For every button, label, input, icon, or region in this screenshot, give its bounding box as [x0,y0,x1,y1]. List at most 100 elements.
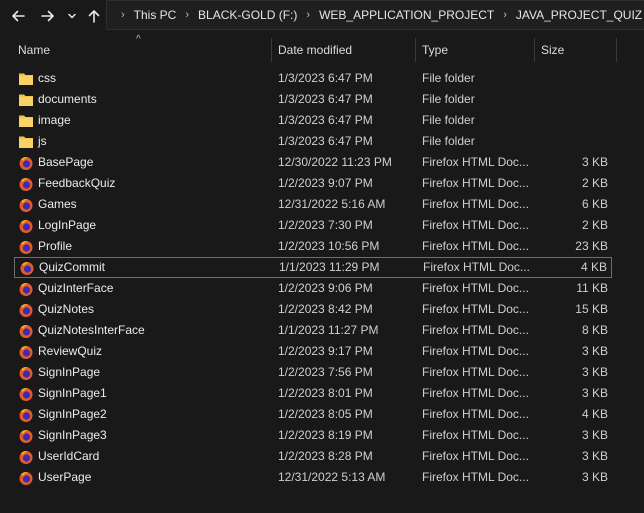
file-row[interactable]: QuizNotesInterFace 1/1/2023 11:27 PM Firef… [14,320,612,341]
file-row[interactable]: ReviewQuiz 1/2/2023 9:17 PM Firefox HTML D… [14,341,612,362]
file-row[interactable]: SignInPage2 1/2/2023 8:05 PM Firefox HTML … [14,404,612,425]
file-date-modified: 1/3/2023 6:47 PM [278,71,373,85]
file-date-modified: 1/2/2023 8:05 PM [278,407,373,421]
file-size: 3 KB [581,449,608,463]
firefox-html-icon [18,239,34,255]
file-row[interactable]: image 1/3/2023 6:47 PM File folder [14,110,612,131]
column-name[interactable]: Name [18,38,268,62]
file-type: Firefox HTML Doc... [422,386,529,400]
up-button[interactable] [84,6,104,26]
file-type: Firefox HTML Doc... [422,407,529,421]
column-type[interactable]: Type [422,38,532,62]
column-size[interactable]: Size [541,38,621,62]
file-type: File folder [422,71,475,85]
file-type: Firefox HTML Doc... [422,197,529,211]
breadcrumb-project[interactable]: WEB_APPLICATION_PROJECT [316,8,497,22]
file-row[interactable]: SignInPage1 1/2/2023 8:01 PM Firefox HTML … [14,383,612,404]
column-divider[interactable] [415,38,416,62]
file-row[interactable]: css 1/3/2023 6:47 PM File folder [14,68,612,89]
file-row[interactable]: SignInPage 1/2/2023 7:56 PM Firefox HTML D… [14,362,612,383]
file-row[interactable]: js 1/3/2023 6:47 PM File folder [14,131,612,152]
file-row[interactable]: Profile 1/2/2023 10:56 PM Firefox HTML Doc… [14,236,612,257]
file-row[interactable]: QuizNotes 1/2/2023 8:42 PM Firefox HTML Do… [14,299,612,320]
file-size: 2 KB [581,176,608,190]
file-name: QuizNotes [38,302,95,316]
file-date-modified: 1/2/2023 8:28 PM [278,449,373,463]
file-row[interactable]: QuizInterFace 1/2/2023 9:06 PM Firefox HTM… [14,278,612,299]
file-date-modified: 1/2/2023 10:56 PM [278,239,380,253]
breadcrumb-current-folder[interactable]: JAVA_PROJECT_QUIZ [513,8,644,22]
file-type: Firefox HTML Doc... [422,239,529,253]
file-row[interactable]: UserPage 12/31/2022 5:13 AM Firefox HTML D… [14,467,612,488]
file-type: Firefox HTML Doc... [422,344,529,358]
back-button[interactable] [8,6,28,26]
file-name: UserIdCard [38,449,100,463]
file-row[interactable]: Games 12/31/2022 5:16 AM Firefox HTML Doc.… [14,194,612,215]
file-name: SignInPage2 [38,407,107,421]
file-size: 23 KB [575,239,608,253]
file-size: 8 KB [581,323,608,337]
file-type: Firefox HTML Doc... [422,449,529,463]
file-size: 3 KB [581,386,608,400]
file-name: css [38,71,56,85]
breadcrumb-separator: › [185,9,190,21]
column-divider[interactable] [271,38,272,62]
breadcrumb-separator: › [306,9,311,21]
file-date-modified: 1/2/2023 7:56 PM [278,365,373,379]
firefox-html-icon [18,281,34,297]
forward-button[interactable] [38,6,58,26]
firefox-html-icon [18,407,34,423]
file-name: SignInPage3 [38,428,107,442]
file-name: Profile [38,239,73,253]
recent-locations-button[interactable] [64,6,80,26]
file-size: 2 KB [581,218,608,232]
column-divider[interactable] [534,38,535,62]
file-row[interactable]: FeedbackQuiz 1/2/2023 9:07 PM Firefox HTML… [14,173,612,194]
column-date-modified[interactable]: Date modified [278,38,414,62]
firefox-html-icon [18,428,34,444]
arrow-right-icon [41,10,54,22]
file-name: QuizInterFace [38,281,114,295]
file-date-modified: 12/30/2022 11:23 PM [278,155,392,169]
arrow-left-icon [12,10,25,22]
file-size: 11 KB [576,281,608,295]
file-size: 4 KB [580,260,607,274]
file-name: BasePage [38,155,94,169]
folder-icon [18,134,34,150]
file-name: FeedbackQuiz [38,176,116,190]
file-date-modified: 1/2/2023 9:17 PM [278,344,373,358]
file-type: Firefox HTML Doc... [422,281,529,295]
firefox-html-icon [18,302,34,318]
firefox-html-icon [18,470,34,486]
breadcrumb-separator: › [503,9,507,21]
file-type: Firefox HTML Doc... [422,218,529,232]
file-name: LogInPage [38,218,97,232]
address-bar[interactable]: › This PC › BLACK-GOLD (F:) › WEB_APPLIC… [106,0,644,30]
file-name: QuizNotesInterFace [38,323,145,337]
firefox-html-icon [18,218,34,234]
file-type: Firefox HTML Doc... [422,176,529,190]
file-row[interactable]: LogInPage 1/2/2023 7:30 PM Firefox HTML Do… [14,215,612,236]
file-type: Firefox HTML Doc... [422,428,529,442]
folder-icon [18,92,34,108]
folder-icon [18,71,34,87]
file-date-modified: 1/2/2023 7:30 PM [278,218,373,232]
file-row[interactable]: BasePage 12/30/2022 11:23 PM Firefox HTML … [14,152,612,173]
file-size: 15 KB [575,302,608,316]
column-divider[interactable] [616,38,617,62]
firefox-html-icon [18,155,34,171]
column-header: ^ Name Date modified Type Size [0,34,644,62]
file-row[interactable]: documents 1/3/2023 6:47 PM File folder [14,89,612,110]
arrow-up-icon [88,10,100,23]
firefox-html-icon [18,344,34,360]
breadcrumb-this-pc[interactable]: This PC [131,8,180,22]
file-size: 3 KB [581,344,608,358]
file-size: 3 KB [581,155,608,169]
file-row[interactable]: QuizCommit 1/1/2023 11:29 PM Firefox HTML … [14,257,612,278]
file-row[interactable]: SignInPage3 1/2/2023 8:19 PM Firefox HTML … [14,425,612,446]
file-date-modified: 1/2/2023 8:01 PM [278,386,373,400]
file-date-modified: 1/2/2023 8:42 PM [278,302,373,316]
file-row[interactable]: UserIdCard 1/2/2023 8:28 PM Firefox HTML D… [14,446,612,467]
firefox-html-icon [18,449,34,465]
breadcrumb-drive[interactable]: BLACK-GOLD (F:) [195,8,300,22]
